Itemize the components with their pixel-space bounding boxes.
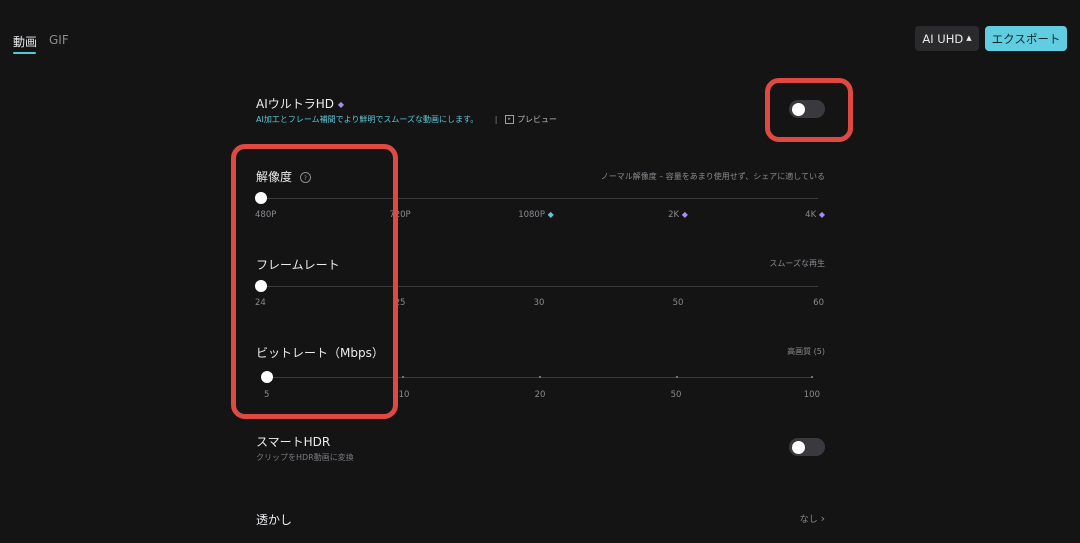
frame-rate-tick: 60 bbox=[813, 298, 824, 308]
resolution-tick-1080p: 1080P ◆ bbox=[518, 210, 554, 220]
bitrate-tick: 10 bbox=[398, 390, 410, 400]
ai-ultra-hd-desc: AI加工とフレーム補間でより鮮明でスムーズな動画にします。 bbox=[256, 115, 479, 124]
gem-icon: ◆ bbox=[547, 210, 554, 219]
export-button[interactable]: エクスポート bbox=[985, 26, 1067, 51]
bitrate-step-dot bbox=[539, 376, 541, 378]
smart-hdr-title: スマートHDR bbox=[256, 435, 331, 449]
gem-icon: ◆ bbox=[818, 210, 825, 219]
toggle-knob bbox=[792, 440, 805, 454]
highlight-box-settings bbox=[231, 144, 398, 419]
chevron-right-icon: › bbox=[820, 512, 825, 525]
smart-hdr-toggle[interactable] bbox=[789, 438, 825, 456]
frame-rate-tick: 30 bbox=[533, 298, 545, 308]
watermark-title: 透かし bbox=[256, 513, 293, 527]
highlight-box-toggle bbox=[765, 78, 853, 142]
ai-uhd-label: AI UHD bbox=[922, 31, 964, 46]
ai-uhd-dropdown[interactable]: AI UHD ▲ bbox=[915, 26, 979, 51]
resolution-tick-4k: 4K ◆ bbox=[805, 210, 825, 220]
gem-icon: ◆ bbox=[681, 210, 688, 219]
tab-gif[interactable]: GIF bbox=[49, 33, 69, 47]
bitrate-tick: 20 bbox=[534, 390, 546, 400]
caret-up-icon: ▲ bbox=[966, 34, 972, 42]
resolution-tick-1080p-label: 1080P bbox=[518, 210, 545, 220]
ai-ultra-hd-section: AIウルトラHD ◆ bbox=[256, 95, 344, 112]
separator: | bbox=[494, 115, 498, 124]
watermark-value: なし bbox=[799, 515, 818, 525]
frame-rate-hint: スムーズな再生 bbox=[769, 259, 825, 268]
bitrate-tick: 100 bbox=[803, 390, 820, 400]
bitrate-step-dot bbox=[676, 376, 678, 378]
bitrate-hint: 高画質 (5) bbox=[787, 347, 825, 356]
watermark-value-button[interactable]: なし › bbox=[800, 512, 825, 525]
bitrate-step-dot bbox=[811, 376, 813, 378]
resolution-hint: ノーマル解像度 – 容量をあまり使用せず、シェアに適している bbox=[600, 172, 825, 181]
smart-hdr-desc: クリップをHDR動画に変換 bbox=[256, 453, 354, 462]
resolution-tick-4k-label: 4K bbox=[805, 210, 817, 220]
frame-rate-tick: 50 bbox=[672, 298, 684, 308]
preview-link[interactable]: ▸ プレビュー bbox=[500, 115, 557, 124]
ai-ultra-hd-desc-row: AI加工とフレーム補間でより鮮明でスムーズな動画にします。 | ▸ プレビュー bbox=[256, 114, 557, 125]
tab-active-indicator bbox=[13, 52, 36, 54]
gem-icon: ◆ bbox=[337, 100, 344, 109]
bitrate-tick: 50 bbox=[670, 390, 682, 400]
preview-label: プレビュー bbox=[517, 115, 558, 124]
ai-ultra-hd-title: AIウルトラHD bbox=[256, 97, 335, 111]
tab-video[interactable]: 動画 bbox=[13, 33, 37, 50]
resolution-tick-2k: 2K ◆ bbox=[668, 210, 688, 220]
play-box-icon: ▸ bbox=[505, 115, 515, 124]
resolution-tick-2k-label: 2K bbox=[668, 210, 680, 220]
bitrate-step-dot bbox=[402, 376, 404, 378]
